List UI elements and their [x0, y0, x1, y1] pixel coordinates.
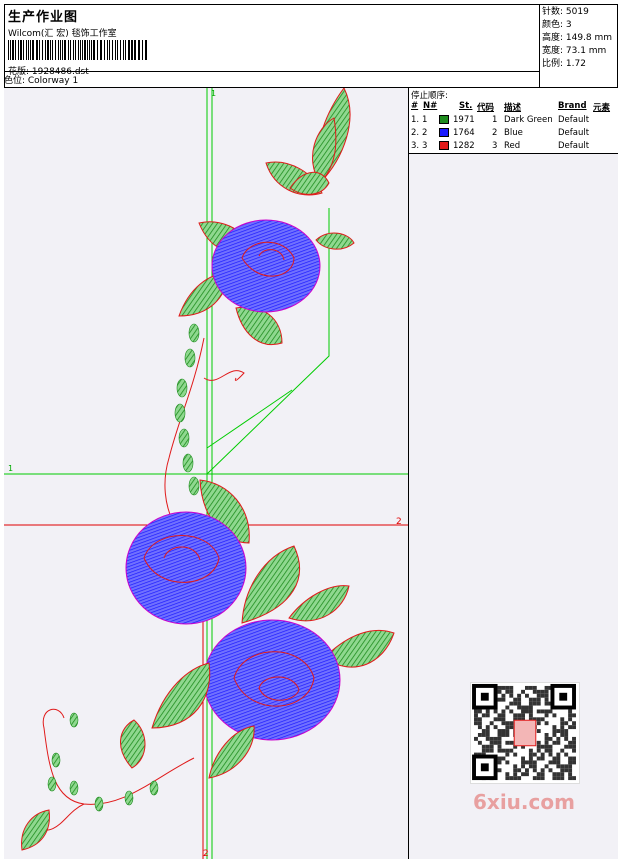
company-name: Wilcom(汇 宏) 毯饰工作室 — [8, 29, 117, 39]
page-title: 生产作业图 — [8, 10, 79, 25]
leaf — [119, 719, 146, 769]
rose-bottom — [203, 619, 341, 741]
qr-code — [470, 682, 580, 784]
stat-stitches: 针数: 5019 — [542, 7, 589, 17]
vine-leaflets — [174, 323, 200, 496]
col-stitches: St. — [459, 101, 473, 111]
stat-scale: 比例: 1.72 — [542, 59, 586, 69]
stop-sequence-table: 停止顺序: # N# St. 代码 描述 Brand 元素 1. 1 1971 … — [409, 88, 618, 154]
col-brand: Brand — [558, 101, 587, 111]
rose-top — [211, 219, 321, 313]
guide-label-right: 2 — [396, 517, 402, 527]
guide-label-top: 1 — [211, 89, 216, 98]
embroidery-preview: 1 1 2 2 — [4, 88, 408, 859]
vine-lower — [33, 708, 195, 831]
color-swatch — [439, 141, 449, 150]
barcode — [8, 40, 147, 60]
stat-height: 高度: 149.8 mm — [542, 33, 613, 43]
stat-colors: 颜色: 3 — [542, 20, 572, 30]
leaf — [235, 306, 283, 345]
color-swatch — [439, 115, 449, 124]
col-needle: N# — [423, 101, 438, 111]
header-divider — [4, 71, 540, 72]
leaf — [208, 725, 255, 779]
travel-line-2 — [206, 389, 293, 449]
stat-width: 宽度: 73.1 mm — [542, 46, 607, 56]
leaf — [315, 232, 355, 250]
col-element: 元素 — [593, 103, 611, 113]
header: 生产作业图 Wilcom(汇 宏) 毯饰工作室 花版: 1928486.dst — [4, 4, 540, 88]
vine-tendril — [203, 370, 245, 381]
guide-label-left: 1 — [8, 464, 13, 473]
col-index: # — [411, 101, 419, 111]
col-description: 描述 — [504, 103, 522, 113]
watermark: 6xiu.com — [473, 790, 575, 814]
leaf — [21, 809, 50, 851]
design-canvas: 1 1 2 2 — [4, 88, 409, 859]
guide-label-bottom: 2 — [203, 849, 209, 859]
color-swatch — [439, 128, 449, 137]
leaf — [151, 662, 211, 729]
stats-panel: 针数: 5019 颜色: 3 高度: 149.8 mm 宽度: 73.1 mm … — [540, 4, 618, 88]
leaf — [241, 545, 301, 624]
col-code: 代码 — [477, 103, 495, 113]
vine-leaflets-lower — [47, 712, 159, 812]
rose-middle — [125, 511, 247, 625]
stop-sequence-title: 停止顺序: — [411, 91, 448, 101]
leaf — [288, 585, 350, 622]
colorway-label: 色位: Colorway 1 — [4, 76, 79, 86]
